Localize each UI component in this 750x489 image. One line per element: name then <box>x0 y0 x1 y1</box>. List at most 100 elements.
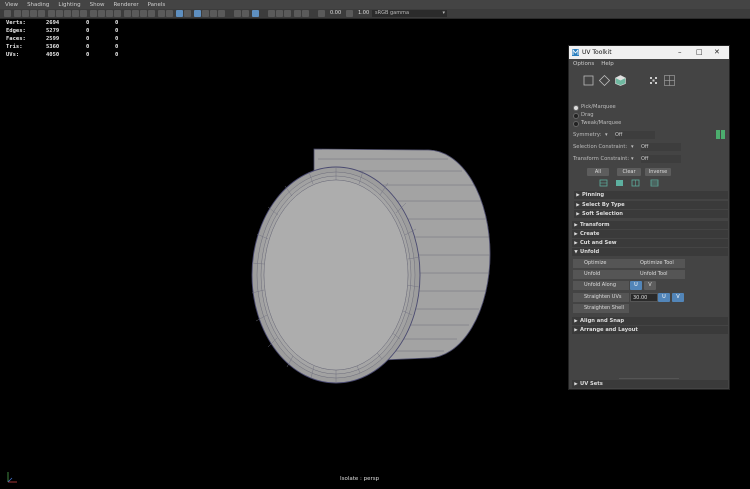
menu-panels[interactable]: Panels <box>148 2 166 8</box>
menu-shading[interactable]: Shading <box>27 2 49 8</box>
gamma-value[interactable]: 1.00 <box>358 10 369 17</box>
menu-renderer[interactable]: Renderer <box>113 2 138 8</box>
unfold-section[interactable]: ▼ Unfold <box>572 248 728 256</box>
gate-mask-icon[interactable] <box>72 10 79 17</box>
isolate-select-icon[interactable] <box>194 10 201 17</box>
image-plane-icon[interactable] <box>38 10 45 17</box>
vertex-mode-icon[interactable] <box>583 75 594 86</box>
straighten-u-button[interactable]: U <box>658 293 670 302</box>
tweak-marquee-radio[interactable] <box>573 121 579 127</box>
pick-marquee-radio[interactable] <box>573 105 579 111</box>
drag-radio[interactable] <box>573 113 579 119</box>
symmetry-dropdown[interactable]: Off <box>615 131 655 139</box>
hud-value: 2599 <box>46 36 60 42</box>
gamma-toggle-icon[interactable] <box>346 10 353 17</box>
close-icon[interactable]: ✕ <box>714 48 720 56</box>
gamma-icon[interactable] <box>302 10 309 17</box>
hud-row: Verts: 2694 0 0 <box>6 19 136 27</box>
straighten-v-button[interactable]: V <box>672 293 684 302</box>
exposure-icon[interactable] <box>318 10 325 17</box>
lock-camera-icon[interactable] <box>14 10 21 17</box>
unfold-tool-button[interactable]: Unfold Tool <box>629 270 685 279</box>
resolution-gate-icon[interactable] <box>64 10 71 17</box>
pinning-section[interactable]: ▶ Pinning <box>574 191 728 199</box>
select-clear-button[interactable]: Clear <box>617 168 641 176</box>
camera-attributes-icon[interactable] <box>22 10 29 17</box>
bookmark-icon[interactable] <box>30 10 37 17</box>
hud-icon[interactable] <box>284 10 291 17</box>
select-border-icon[interactable] <box>615 179 624 187</box>
axis-gizmo <box>7 472 17 483</box>
lights-icon[interactable] <box>166 10 173 17</box>
xray-icon[interactable] <box>202 10 209 17</box>
pan-zoom-icon[interactable] <box>106 10 113 17</box>
ambient-occlusion-icon[interactable] <box>184 10 191 17</box>
unfold-button[interactable]: Unfold <box>573 270 629 279</box>
motion-blur-icon[interactable] <box>234 10 241 17</box>
edge-mode-icon[interactable] <box>599 75 610 86</box>
wireframe-on-shaded-icon[interactable] <box>148 10 155 17</box>
select-inverse-button[interactable]: Inverse <box>645 168 671 176</box>
window-titlebar[interactable]: UV Toolkit – □ ✕ <box>569 46 729 59</box>
straighten-shell-button[interactable]: Straighten Shell <box>573 304 629 313</box>
select-by-type-section[interactable]: ▶ Select By Type <box>574 201 728 209</box>
straighten-uvs-button[interactable]: Straighten UVs <box>573 293 629 302</box>
menu-view[interactable]: View <box>5 2 18 8</box>
create-section[interactable]: ▶ Create <box>572 230 728 238</box>
symmetry-axis-icon[interactable] <box>716 130 725 139</box>
transform-constraint-dropdown[interactable]: Off <box>641 155 681 163</box>
textured-icon[interactable] <box>158 10 165 17</box>
uv-shell-mode-icon[interactable] <box>615 75 626 86</box>
uv-mode-icon[interactable] <box>648 75 659 86</box>
soft-selection-section[interactable]: ▶ Soft Selection <box>574 210 728 218</box>
menu-show[interactable]: Show <box>90 2 105 8</box>
menu-options[interactable]: Options <box>573 61 594 67</box>
unfold-along-v-button[interactable]: V <box>644 281 656 290</box>
uv-icon[interactable] <box>294 10 301 17</box>
wireframe-icon[interactable] <box>124 10 131 17</box>
minimize-icon[interactable]: – <box>678 48 682 56</box>
straighten-angle-field[interactable]: 30.00 <box>630 293 658 302</box>
grease-pencil-icon[interactable] <box>114 10 121 17</box>
grid-icon[interactable] <box>48 10 55 17</box>
depth-of-field-icon[interactable] <box>252 10 259 17</box>
anti-aliasing-icon[interactable] <box>242 10 249 17</box>
select-all-button[interactable]: All <box>587 168 609 176</box>
uv-face-mode-icon[interactable] <box>664 75 675 86</box>
viewport-persp[interactable] <box>0 19 568 487</box>
splitter-handle[interactable] <box>619 378 679 379</box>
cut-and-sew-section[interactable]: ▶ Cut and Sew <box>572 239 728 247</box>
safe-title-icon[interactable] <box>98 10 105 17</box>
safe-action-icon[interactable] <box>90 10 97 17</box>
select-shell-icon[interactable] <box>599 179 608 187</box>
exposure-value[interactable]: 0.00 <box>330 10 341 17</box>
uv-sets-section[interactable]: ▶ UV Sets <box>572 380 728 388</box>
align-and-snap-section[interactable]: ▶ Align and Snap <box>572 317 728 325</box>
film-gate-icon[interactable] <box>56 10 63 17</box>
camera-icon[interactable] <box>4 10 11 17</box>
unfold-along-u-button[interactable]: U <box>630 281 642 290</box>
xray-joints-icon[interactable] <box>210 10 217 17</box>
selection-constraint-dropdown[interactable]: Off <box>641 143 681 151</box>
select-flipped-icon[interactable] <box>650 179 659 187</box>
smooth-shade-icon[interactable] <box>132 10 139 17</box>
menu-lighting[interactable]: Lighting <box>58 2 80 8</box>
arrange-and-layout-section[interactable]: ▶ Arrange and Layout <box>572 326 728 334</box>
hud-value: 0 <box>115 44 119 50</box>
field-chart-icon[interactable] <box>80 10 87 17</box>
default-material-icon[interactable] <box>140 10 147 17</box>
chevron-right-icon: ▶ <box>576 193 580 198</box>
select-overlap-icon[interactable] <box>631 179 640 187</box>
maximize-icon[interactable]: □ <box>696 48 703 56</box>
straighten-shell-label: Straighten Shell <box>584 305 624 311</box>
optimize-tool-button[interactable]: Optimize Tool <box>629 259 685 268</box>
backface-culling-icon[interactable] <box>218 10 225 17</box>
menu-help[interactable]: Help <box>601 61 614 67</box>
unfold-along-button[interactable]: Unfold Along <box>573 281 629 290</box>
xray-active-icon[interactable] <box>276 10 283 17</box>
isolate-icon[interactable] <box>268 10 275 17</box>
shadows-icon[interactable] <box>176 10 183 17</box>
optimize-button[interactable]: Optimize <box>573 259 629 268</box>
transform-section[interactable]: ▶ Transform <box>572 221 728 229</box>
colorspace-dropdown[interactable]: sRGB gamma ▾ <box>372 10 447 17</box>
